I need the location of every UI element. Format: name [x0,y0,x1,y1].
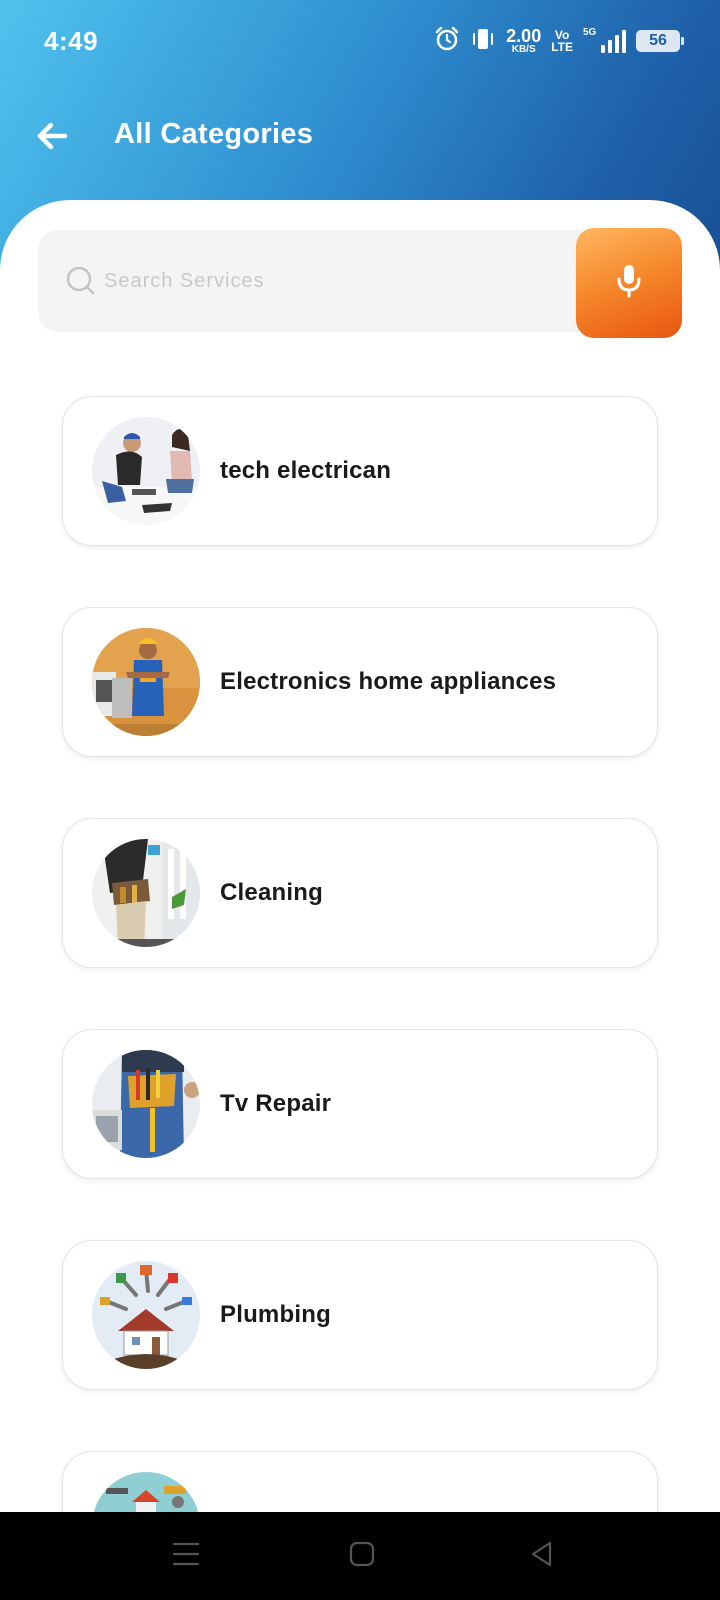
category-label: Electronics home appliances [220,668,557,695]
home-button[interactable] [342,1536,382,1576]
vibrate-icon [470,26,496,57]
category-label: Tv Repair [220,1090,332,1117]
status-bar: 4:49 2.00 KB/S Vo LTE 5G 56 [0,0,720,84]
search-icon [66,266,96,296]
microphone-icon [615,263,643,304]
search-input[interactable] [104,269,554,293]
system-nav-bar [0,1512,720,1600]
system-back-button[interactable] [522,1536,562,1576]
arrow-left-icon [35,121,69,156]
battery-level: 56 [649,32,667,49]
category-label: tech electrican [220,457,392,484]
network-speed: 2.00 KB/S [506,27,541,55]
app-bar: All Categories [0,100,720,176]
category-image [92,1261,200,1369]
volte-indicator: Vo LTE [551,29,573,53]
signal-icon: 5G [583,27,626,53]
back-triangle-icon [528,1540,556,1573]
page-title: All Categories [114,118,314,150]
search-bar [38,228,682,338]
category-image [92,417,200,525]
search-box[interactable] [38,230,598,332]
category-label: Cleaning [220,879,323,906]
network-speed-unit: KB/S [511,44,536,55]
back-button[interactable] [28,114,76,162]
category-item-electronics-home-appliances[interactable]: Electronics home appliances [62,607,658,757]
alarm-icon [434,26,460,57]
category-item-tv-repair[interactable]: Tv Repair [62,1029,658,1179]
category-label: Plumbing [220,1301,331,1328]
category-item-tech-electrican[interactable]: tech electrican [62,396,658,546]
network-type: 5G [583,27,597,38]
volte-bottom: LTE [551,40,573,54]
battery-icon: 56 [636,30,684,52]
category-item-cleaning[interactable]: Cleaning [62,818,658,968]
status-icons: 2.00 KB/S Vo LTE 5G 56 [434,24,684,58]
menu-icon [172,1541,200,1572]
category-image [92,839,200,947]
home-icon [348,1540,376,1573]
status-time: 4:49 [44,26,99,56]
category-image [92,628,200,736]
voice-search-button[interactable] [576,228,682,338]
network-speed-value: 2.00 [506,26,542,46]
category-item-plumbing[interactable]: Plumbing [62,1240,658,1390]
category-image [92,1050,200,1158]
recent-apps-button[interactable] [166,1536,206,1576]
